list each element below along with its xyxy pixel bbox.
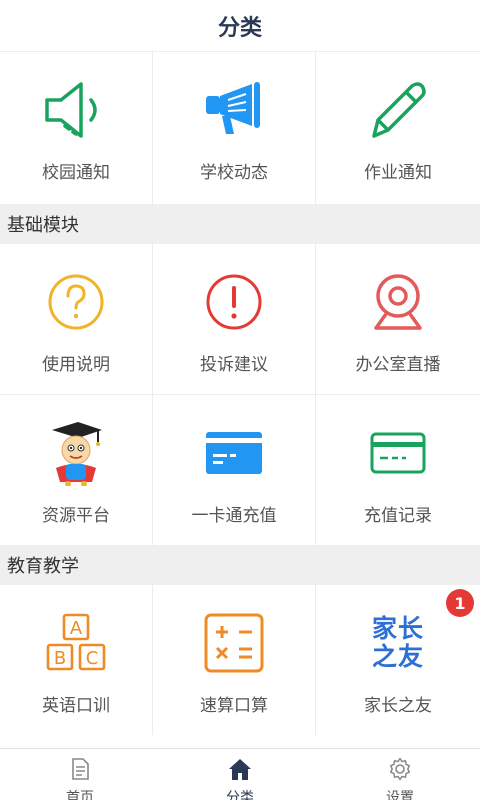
item-label: 英语口训 bbox=[42, 696, 110, 716]
webcam-icon bbox=[358, 266, 438, 338]
item-label: 使用说明 bbox=[42, 355, 110, 375]
tab-settings[interactable]: 设置 bbox=[320, 749, 480, 800]
exclamation-icon bbox=[194, 266, 274, 338]
item-label: 投诉建议 bbox=[200, 355, 268, 375]
basic-grid-row1: 使用说明 投诉建议 办公室直播 bbox=[0, 244, 480, 394]
svg-text:A: A bbox=[70, 618, 83, 639]
parents-friend-item[interactable]: 家长 之友 家长之友 1 bbox=[316, 585, 480, 735]
school-news-item[interactable]: 学校动态 bbox=[153, 52, 315, 204]
home-icon bbox=[227, 757, 253, 785]
item-label: 家长之友 bbox=[364, 696, 432, 716]
item-label: 作业通知 bbox=[364, 163, 432, 183]
item-label: 学校动态 bbox=[200, 163, 268, 183]
svg-text:B: B bbox=[54, 648, 66, 669]
notification-badge: 1 bbox=[446, 589, 474, 617]
parents-friend-logo: 家长 之友 bbox=[358, 607, 438, 679]
recharge-record-item[interactable]: 充值记录 bbox=[316, 395, 480, 545]
page-title: 分类 bbox=[217, 15, 262, 41]
complaint-item[interactable]: 投诉建议 bbox=[153, 244, 315, 394]
abc-blocks-icon: A B C bbox=[36, 607, 116, 679]
english-training-item[interactable]: A B C 英语口训 bbox=[0, 585, 152, 735]
scholar-mascot-icon bbox=[36, 417, 116, 489]
section-header-basic: 基础模块 bbox=[0, 204, 480, 244]
card-recharge-item[interactable]: 一卡通充值 bbox=[153, 395, 315, 545]
bottom-tab-bar: 首页 分类 设置 bbox=[0, 748, 480, 800]
item-label: 一卡通充值 bbox=[191, 506, 277, 526]
document-icon bbox=[68, 757, 92, 785]
tab-label: 分类 bbox=[226, 790, 254, 800]
svg-text:C: C bbox=[86, 648, 99, 669]
question-icon bbox=[36, 266, 116, 338]
megaphone-icon bbox=[194, 74, 274, 146]
item-label: 速算口算 bbox=[200, 696, 268, 716]
mental-math-item[interactable]: 速算口算 bbox=[153, 585, 315, 735]
section-title: 基础模块 bbox=[7, 215, 79, 236]
campus-notice-item[interactable]: 校园通知 bbox=[0, 52, 152, 204]
logo-text: 家长 之友 bbox=[371, 614, 424, 671]
card-icon bbox=[194, 417, 274, 489]
homework-notice-item[interactable]: 作业通知 bbox=[316, 52, 480, 204]
item-label: 资源平台 bbox=[42, 506, 110, 526]
tab-label: 设置 bbox=[386, 790, 414, 800]
item-label: 办公室直播 bbox=[355, 355, 441, 375]
item-label: 校园通知 bbox=[42, 163, 110, 183]
section-header-education: 教育教学 bbox=[0, 545, 480, 585]
item-label: 充值记录 bbox=[364, 506, 432, 526]
speaker-icon bbox=[36, 74, 116, 146]
basic-grid-row2: 资源平台 一卡通充值 充值记录 bbox=[0, 395, 480, 545]
office-live-item[interactable]: 办公室直播 bbox=[316, 244, 480, 394]
tab-label: 首页 bbox=[66, 790, 94, 800]
top-grid: 校园通知 学校动态 作业通知 bbox=[0, 52, 480, 204]
gear-icon bbox=[388, 757, 412, 785]
usage-guide-item[interactable]: 使用说明 bbox=[0, 244, 152, 394]
resource-platform-item[interactable]: 资源平台 bbox=[0, 395, 152, 545]
section-title: 教育教学 bbox=[7, 556, 79, 577]
pencil-icon bbox=[358, 74, 438, 146]
tab-home[interactable]: 首页 bbox=[0, 749, 160, 800]
calculator-icon bbox=[194, 607, 274, 679]
tab-category[interactable]: 分类 bbox=[160, 749, 320, 800]
header-bar: 分类 bbox=[0, 0, 480, 52]
card-outline-icon bbox=[358, 417, 438, 489]
education-grid: A B C 英语口训 速算口算 家长 之友 家长之友 1 bbox=[0, 585, 480, 735]
